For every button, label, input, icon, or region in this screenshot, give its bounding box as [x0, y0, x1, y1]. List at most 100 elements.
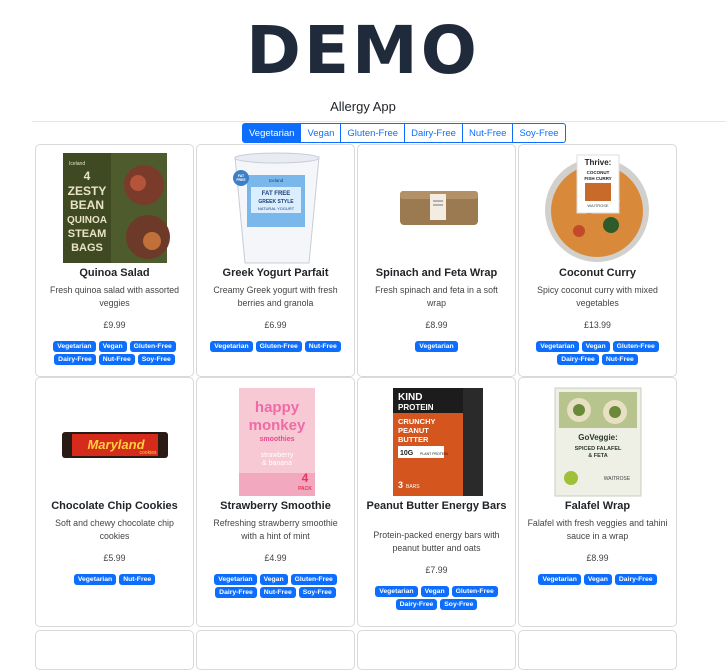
- product-name: Falafel Wrap: [564, 500, 631, 512]
- product-card[interactable]: KIND PROTEIN CRUNCHY PEANUT BUTTER 10G P…: [357, 377, 516, 627]
- product-card[interactable]: FAT FREE Iceland FAT FREE GREEK STYLE NA…: [196, 144, 355, 377]
- product-description: Protein-packed energy bars with peanut b…: [373, 530, 500, 553]
- svg-text:QUINOA: QUINOA: [67, 215, 107, 226]
- filter-soy-free-button[interactable]: Soy-Free: [513, 123, 566, 143]
- product-name: Strawberry Smoothie: [220, 500, 331, 512]
- dietary-tags: Vegetarian Vegan Gluten-Free Dairy-Free Nut-…: [205, 574, 346, 598]
- tag-dairy-free: Dairy-Free: [395, 599, 438, 610]
- svg-text:PACK: PACK: [298, 486, 312, 492]
- filter-gluten-free-button[interactable]: Gluten-Free: [341, 123, 406, 143]
- svg-text:FREE: FREE: [236, 178, 246, 182]
- svg-text:BUTTER: BUTTER: [398, 435, 429, 444]
- product-card[interactable]: Maryland cookies Chocolate Chip Cookies So…: [35, 377, 194, 627]
- product-card[interactable]: Spinach and Feta Wrap Fresh spinach and f…: [357, 144, 516, 377]
- smoothie-box-image: happy monkey smoothies strawberry & bana…: [239, 388, 315, 496]
- product-price: £5.99: [103, 553, 126, 563]
- filter-vegetarian-button[interactable]: Vegetarian: [242, 123, 302, 143]
- dietary-tags: Vegetarian Vegan Gluten-Free Dairy-Free Nut-…: [527, 341, 668, 365]
- product-description: Refreshing strawberry smoothie with a hi…: [213, 518, 338, 541]
- svg-text:BARS: BARS: [406, 484, 420, 490]
- svg-text:Thrive:: Thrive:: [585, 158, 612, 167]
- tag-nut-free: Nut-Free: [119, 574, 156, 585]
- svg-text:COCONUT: COCONUT: [587, 170, 610, 175]
- svg-text:GoVeggie:: GoVeggie:: [578, 433, 618, 442]
- tag-nut-free: Nut-Free: [601, 354, 638, 365]
- tag-nut-free: Nut-Free: [304, 341, 341, 352]
- product-description: Soft and chewy chocolate chip cookies: [55, 518, 174, 541]
- tag-vegetarian: Vegetarian: [210, 341, 253, 352]
- dietary-tags: Vegetarian: [366, 341, 507, 352]
- svg-text:BEAN: BEAN: [70, 198, 104, 212]
- tag-gluten-free: Gluten-Free: [255, 341, 302, 352]
- curry-bowl-image: Thrive: COCONUT FISH CURRY WAITROSE: [545, 154, 649, 262]
- product-card[interactable]: happy monkey smoothies strawberry & bana…: [196, 377, 355, 627]
- allergen-filter-group: Vegetarian Vegan Gluten-Free Dairy-Free Nut-…: [242, 123, 566, 143]
- tag-dairy-free: Dairy-Free: [54, 354, 96, 365]
- svg-text:Iceland: Iceland: [269, 178, 284, 183]
- svg-text:happy: happy: [255, 399, 300, 416]
- product-price: £8.99: [425, 320, 448, 330]
- tag-gluten-free: Gluten-Free: [129, 341, 176, 352]
- svg-text:3: 3: [398, 480, 403, 490]
- svg-text:& FETA: & FETA: [588, 453, 607, 459]
- svg-text:WAITROSE: WAITROSE: [604, 476, 631, 482]
- tag-nut-free: Nut-Free: [98, 354, 135, 365]
- cookie-pack-image: Maryland cookies: [62, 432, 168, 458]
- product-card[interactable]: Iceland 4 ZESTY BEAN QUINOA STEAM BAGS Qu…: [35, 144, 194, 377]
- product-name: Chocolate Chip Cookies: [51, 500, 178, 512]
- product-description: Fresh spinach and feta in a soft wrap: [375, 285, 498, 308]
- svg-text:4: 4: [302, 471, 309, 485]
- product-description: Creamy Greek yogurt with fresh berries a…: [213, 285, 338, 308]
- tag-soy-free: Soy-Free: [137, 354, 175, 365]
- tag-vegan: Vegan: [98, 341, 127, 352]
- app-title: Allergy App: [330, 99, 396, 114]
- tag-gluten-free: Gluten-Free: [451, 586, 498, 597]
- tag-vegetarian: Vegetarian: [73, 574, 117, 585]
- product-description: Spicy coconut curry with mixed vegetable…: [537, 285, 658, 308]
- product-card-partial: [518, 630, 677, 670]
- svg-text:FISH CURRY: FISH CURRY: [584, 176, 611, 181]
- product-card[interactable]: Thrive: COCONUT FISH CURRY WAITROSE Cocon…: [518, 144, 677, 377]
- tag-soy-free: Soy-Free: [298, 587, 336, 598]
- product-card[interactable]: GoVeggie: SPICED FALAFEL & FETA WAITROSE…: [518, 377, 677, 627]
- product-image: happy monkey smoothies strawberry & bana…: [197, 378, 354, 500]
- svg-text:STEAM: STEAM: [68, 228, 107, 240]
- svg-text:PEANUT: PEANUT: [398, 426, 429, 435]
- svg-text:Iceland: Iceland: [69, 161, 85, 167]
- product-price: £9.99: [103, 320, 126, 330]
- filter-dairy-free-button[interactable]: Dairy-Free: [405, 123, 463, 143]
- wrap-image: [400, 191, 478, 225]
- product-price: £7.99: [425, 565, 448, 575]
- filter-nut-free-button[interactable]: Nut-Free: [462, 123, 514, 143]
- product-image: Thrive: COCONUT FISH CURRY WAITROSE: [519, 145, 676, 267]
- tag-vegan: Vegan: [583, 574, 612, 585]
- product-image: KIND PROTEIN CRUNCHY PEANUT BUTTER 10G P…: [358, 378, 515, 500]
- tag-vegetarian: Vegetarian: [53, 341, 96, 352]
- protein-bar-image: KIND PROTEIN CRUNCHY PEANUT BUTTER 10G P…: [393, 388, 483, 496]
- svg-text:monkey: monkey: [249, 417, 306, 434]
- svg-text:NATURAL YOGURT: NATURAL YOGURT: [258, 206, 295, 211]
- svg-text:KIND: KIND: [398, 392, 422, 403]
- tag-dairy-free: Dairy-Free: [614, 574, 657, 585]
- product-price: £8.99: [586, 553, 609, 563]
- dietary-tags: Vegetarian Nut-Free: [44, 574, 185, 585]
- product-image: Iceland 4 ZESTY BEAN QUINOA STEAM BAGS: [36, 145, 193, 267]
- filter-vegan-button[interactable]: Vegan: [301, 123, 342, 143]
- product-price: £13.99: [584, 320, 611, 330]
- tag-gluten-free: Gluten-Free: [612, 341, 659, 352]
- product-image: Maryland cookies: [36, 378, 193, 500]
- tag-vegan: Vegan: [581, 341, 610, 352]
- tag-soy-free: Soy-Free: [440, 599, 478, 610]
- product-name: Coconut Curry: [559, 267, 636, 279]
- svg-text:4: 4: [84, 169, 91, 183]
- product-description: Falafel with fresh veggies and tahini sa…: [527, 518, 668, 541]
- tag-vegan: Vegan: [420, 586, 449, 597]
- product-name: Quinoa Salad: [79, 267, 150, 279]
- tag-vegetarian: Vegetarian: [536, 341, 579, 352]
- svg-text:PLANT PROTEIN: PLANT PROTEIN: [420, 452, 448, 456]
- brand-logo: DEMO: [246, 12, 480, 89]
- svg-text:ZESTY: ZESTY: [68, 184, 107, 198]
- tag-vegetarian: Vegetarian: [214, 574, 257, 585]
- svg-text:smoothies: smoothies: [259, 436, 294, 443]
- product-description: Fresh quinoa salad with assorted veggies: [49, 285, 180, 308]
